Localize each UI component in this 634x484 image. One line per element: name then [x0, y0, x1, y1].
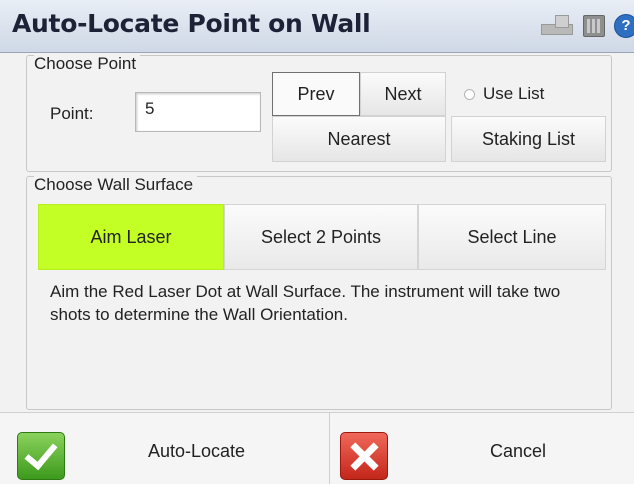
title-bar: Auto-Locate Point on Wall ?	[0, 0, 634, 53]
tab-select-2-points[interactable]: Select 2 Points	[224, 204, 418, 270]
cancel-label: Cancel	[490, 441, 547, 461]
tab-select-line[interactable]: Select Line	[418, 204, 606, 270]
auto-locate-dialog: Auto-Locate Point on Wall ? Choose Point…	[0, 0, 634, 484]
auto-locate-label: Auto-Locate	[148, 441, 246, 461]
instruction-text: Aim the Red Laser Dot at Wall Surface. T…	[50, 282, 561, 324]
footer-bar: Auto-Locate Cancel	[0, 412, 634, 484]
point-input[interactable]: 5	[135, 92, 261, 132]
next-button[interactable]: Next	[360, 72, 446, 116]
choose-point-legend: Choose Point	[34, 54, 141, 74]
radio-circle-icon[interactable]	[464, 88, 475, 100]
tab-aim-laser[interactable]: Aim Laser	[38, 204, 224, 270]
prev-button[interactable]: Prev	[272, 72, 360, 116]
close-icon	[340, 432, 388, 480]
checkmark-icon	[17, 432, 65, 480]
help-icon[interactable]: ?	[614, 14, 634, 38]
auto-locate-button[interactable]: Auto-Locate	[0, 413, 330, 484]
use-list-radio[interactable]: Use List	[464, 84, 544, 104]
nearest-button[interactable]: Nearest	[272, 116, 446, 162]
choose-wall-legend: Choose Wall Surface	[34, 175, 198, 195]
document-icon[interactable]	[541, 15, 573, 35]
staking-list-button[interactable]: Staking List	[451, 116, 606, 162]
keyboard-icon[interactable]	[583, 15, 605, 37]
cancel-button[interactable]: Cancel	[330, 413, 634, 484]
use-list-label: Use List	[483, 84, 545, 103]
point-label: Point:	[50, 104, 94, 123]
window-title: Auto-Locate Point on Wall	[12, 9, 371, 38]
